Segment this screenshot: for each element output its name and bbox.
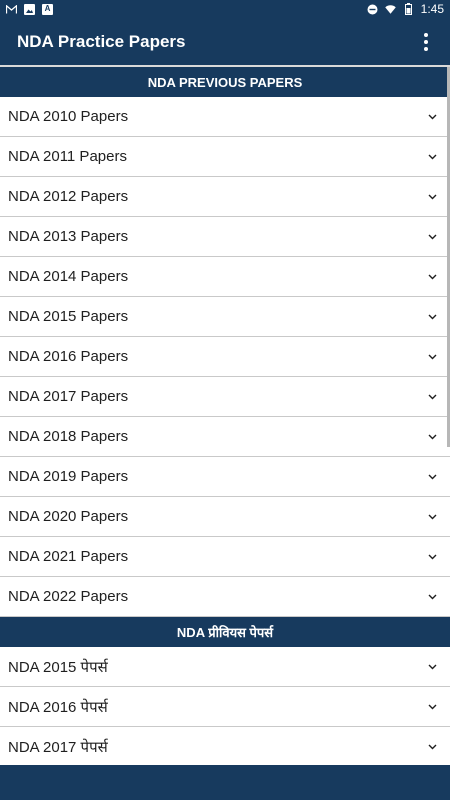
- battery-icon: [403, 3, 414, 15]
- list-item[interactable]: NDA 2019 Papers: [0, 457, 450, 497]
- list-item-label: NDA 2015 Papers: [8, 308, 129, 325]
- list-item-label: NDA 2018 Papers: [8, 428, 129, 445]
- chevron-down-icon[interactable]: [426, 191, 438, 203]
- chevron-down-icon[interactable]: [426, 151, 438, 163]
- chevron-down-icon[interactable]: [426, 271, 438, 283]
- list-item[interactable]: NDA 2010 Papers: [0, 97, 450, 137]
- list-item[interactable]: NDA 2013 Papers: [0, 217, 450, 257]
- chevron-down-icon[interactable]: [426, 591, 438, 603]
- papers-list[interactable]: NDA PREVIOUS PAPERS NDA 2010 Papers NDA 20…: [0, 67, 450, 765]
- list-item-label: NDA 2014 Papers: [8, 268, 129, 285]
- list-item-label: NDA 2011 Papers: [8, 148, 127, 165]
- wifi-icon: [384, 4, 396, 15]
- chevron-down-icon[interactable]: [426, 311, 438, 323]
- chevron-down-icon[interactable]: [426, 551, 438, 563]
- section-header: NDA प्रीवियस पेपर्स: [0, 617, 450, 647]
- list-item-label: NDA 2013 Papers: [8, 228, 129, 245]
- list-item[interactable]: NDA 2017 पेपर्स: [0, 727, 450, 765]
- do-not-disturb-icon: [367, 4, 378, 15]
- list-item[interactable]: NDA 2017 Papers: [0, 377, 450, 417]
- bottom-bar: [0, 765, 450, 800]
- list-item-label: NDA 2022 Papers: [8, 588, 129, 605]
- list-item[interactable]: NDA 2020 Papers: [0, 497, 450, 537]
- chevron-down-icon[interactable]: [426, 471, 438, 483]
- list-item-label: NDA 2019 Papers: [8, 468, 129, 485]
- list-item-label: NDA 2010 Papers: [8, 108, 129, 125]
- list-item-label: NDA 2020 Papers: [8, 508, 129, 525]
- app-bar: NDA Practice Papers: [0, 18, 450, 65]
- list-item[interactable]: NDA 2012 Papers: [0, 177, 450, 217]
- list-item[interactable]: NDA 2014 Papers: [0, 257, 450, 297]
- font-icon: A: [42, 3, 53, 15]
- chevron-down-icon[interactable]: [426, 431, 438, 443]
- list-item[interactable]: NDA 2022 Papers: [0, 577, 450, 617]
- list-item[interactable]: NDA 2015 Papers: [0, 297, 450, 337]
- image-icon: [24, 3, 35, 15]
- chevron-down-icon[interactable]: [426, 351, 438, 363]
- more-vert-icon[interactable]: [410, 26, 442, 58]
- list-item[interactable]: NDA 2015 पेपर्स: [0, 647, 450, 687]
- chevron-down-icon[interactable]: [426, 511, 438, 523]
- chevron-down-icon[interactable]: [426, 741, 438, 753]
- gmail-icon: [6, 4, 17, 15]
- list-item-label: NDA 2015 पेपर्स: [8, 658, 108, 676]
- list-item-label: NDA 2017 पेपर्स: [8, 738, 108, 756]
- list-item[interactable]: NDA 2011 Papers: [0, 137, 450, 177]
- chevron-down-icon[interactable]: [426, 391, 438, 403]
- list-item[interactable]: NDA 2016 पेपर्स: [0, 687, 450, 727]
- list-item[interactable]: NDA 2016 Papers: [0, 337, 450, 377]
- chevron-down-icon[interactable]: [426, 111, 438, 123]
- chevron-down-icon[interactable]: [426, 701, 438, 713]
- status-bar: A 1:45: [0, 0, 450, 18]
- clock: 1:45: [420, 2, 444, 16]
- list-item-label: NDA 2012 Papers: [8, 188, 129, 205]
- list-item[interactable]: NDA 2018 Papers: [0, 417, 450, 457]
- section-header: NDA PREVIOUS PAPERS: [0, 67, 450, 97]
- chevron-down-icon[interactable]: [426, 661, 438, 673]
- list-item-label: NDA 2016 Papers: [8, 348, 129, 365]
- list-item-label: NDA 2017 Papers: [8, 388, 129, 405]
- list-item-label: NDA 2016 पेपर्स: [8, 698, 108, 716]
- list-item-label: NDA 2021 Papers: [8, 548, 129, 565]
- app-title: NDA Practice Papers: [17, 31, 186, 51]
- chevron-down-icon[interactable]: [426, 231, 438, 243]
- list-item[interactable]: NDA 2021 Papers: [0, 537, 450, 577]
